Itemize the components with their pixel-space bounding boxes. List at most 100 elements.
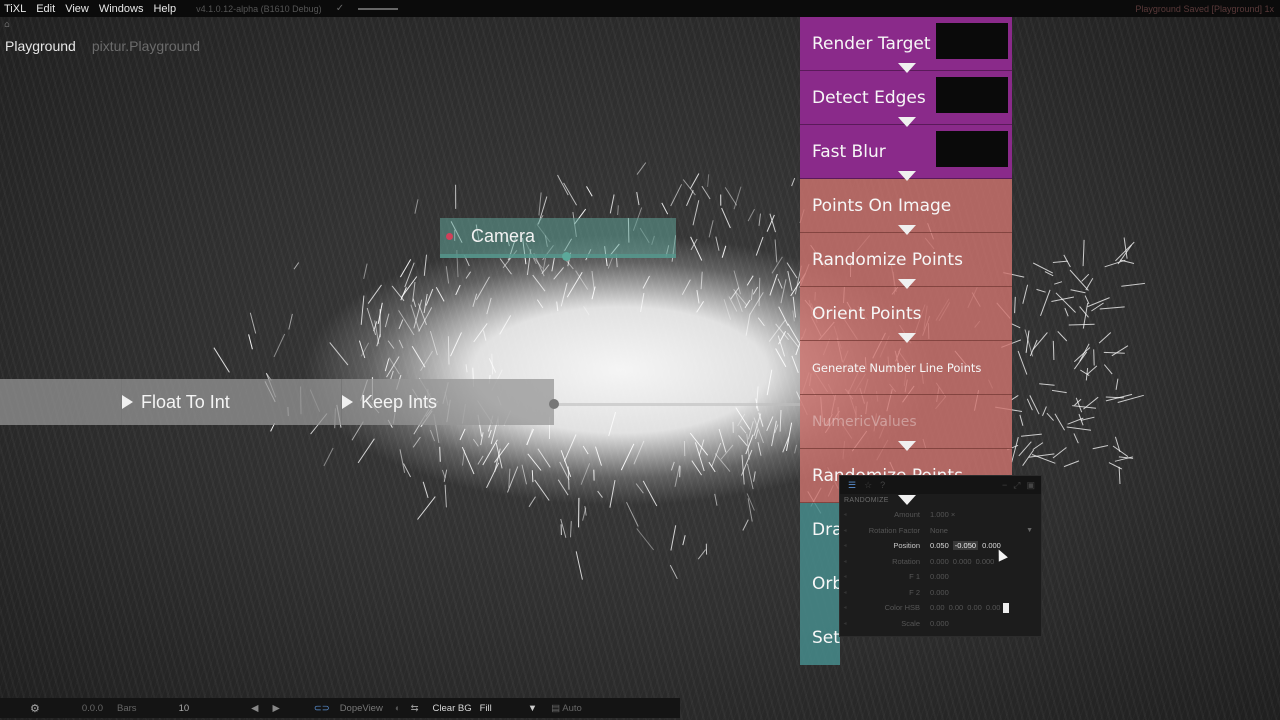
parameter-value-field[interactable]: 0.000 — [930, 619, 949, 628]
list-icon[interactable]: ☰ — [848, 480, 856, 491]
parameter-value-field[interactable]: 0.000 — [930, 588, 949, 597]
version-label: v4.1.0.12-alpha (B1610 Debug) — [196, 3, 322, 14]
flow-arrow-icon — [898, 117, 916, 127]
parameter-value-field[interactable]: 0.050 — [930, 541, 949, 550]
camera-input-pin[interactable] — [446, 232, 453, 240]
render-output-grass — [213, 162, 1145, 580]
parameter-row[interactable]: ◂ Position 0.050 -0.050 0.000 — [840, 538, 1041, 554]
operator-node[interactable]: Dra — [800, 503, 840, 557]
parameter-row[interactable]: ◂ Rotation Factor None ▼ — [840, 523, 1041, 539]
operator-node[interactable]: Randomize Points — [800, 233, 1012, 289]
clear-bg-button[interactable]: Clear BG — [433, 703, 472, 714]
parameter-name: Amount — [894, 510, 920, 520]
operator-node-label: Fast Blur — [812, 141, 886, 162]
keep-ints-output-pin[interactable] — [549, 399, 559, 409]
parameter-value-field[interactable]: 0.00 — [986, 603, 1001, 612]
swap-icon[interactable]: ⇆ — [411, 703, 419, 714]
float-to-int-node[interactable]: Float To Int — [122, 379, 342, 425]
menu-view[interactable]: View — [61, 3, 95, 15]
flow-arrow-icon — [898, 225, 916, 235]
parameter-values: 0.000 — [930, 572, 949, 581]
operator-node[interactable]: Orient Points — [800, 287, 1012, 343]
speaker-icon[interactable]: ◐ — [395, 703, 401, 714]
minimize-icon[interactable]: − — [1002, 480, 1007, 491]
time-display[interactable]: 0.0.0 — [82, 703, 103, 714]
close-icon[interactable]: ▣ — [1026, 480, 1035, 491]
loop-icon[interactable]: ⊂⊃ — [314, 703, 330, 714]
parameter-row[interactable]: ◂ Rotation 0.000 0.000 0.000 — [840, 554, 1041, 570]
save-status: Playground Saved [Playground] 1x — [1135, 3, 1274, 14]
parameter-pin-icon[interactable]: ◂ — [840, 511, 850, 518]
parameter-value-field[interactable]: 0.000 — [953, 557, 972, 566]
auto-resolution-button[interactable]: ▤ Auto — [551, 703, 582, 714]
parameter-row[interactable]: ◂ F 1 0.000 — [840, 569, 1041, 585]
bpm-value[interactable]: 10 — [179, 703, 190, 714]
operator-node[interactable]: Detect Edges — [800, 71, 1012, 127]
flow-arrow-icon — [898, 333, 916, 343]
chevron-down-icon[interactable]: ▼ — [1026, 527, 1033, 534]
filter-icon[interactable]: ▼ — [528, 703, 537, 714]
parameter-values: 0.000 — [930, 588, 949, 597]
parameter-pin-icon[interactable]: ◂ — [840, 527, 850, 534]
operator-node[interactable]: Set — [800, 611, 840, 665]
parameter-pin-icon[interactable]: ◂ — [840, 620, 850, 627]
parameter-row[interactable]: ◂ Scale 0.000 — [840, 616, 1041, 632]
parameter-row[interactable]: ◂ Color HSB 0.00 0.00 0.00 0.00 — [840, 600, 1041, 616]
color-swatch[interactable] — [1003, 602, 1010, 613]
dopeview-toggle[interactable]: DopeView — [340, 703, 383, 714]
parameter-value-field[interactable]: 0.00 — [930, 603, 945, 612]
parameter-value-field[interactable]: 1.000 × — [930, 510, 955, 519]
menu-edit[interactable]: Edit — [32, 3, 61, 15]
breadcrumb-path[interactable]: pixtur.Playground — [92, 38, 200, 54]
upstream-node[interactable] — [0, 379, 122, 425]
operator-node[interactable]: Points On Image — [800, 179, 1012, 235]
operator-node-label: Render Target — [812, 33, 931, 54]
parameter-pin-icon[interactable]: ◂ — [840, 589, 850, 596]
operator-node[interactable]: Orb — [800, 557, 840, 611]
parameter-values: 0.00 0.00 0.00 0.00 — [930, 603, 1000, 612]
menu-help[interactable]: Help — [149, 3, 182, 15]
parameter-pin-icon[interactable]: ◂ — [840, 604, 850, 611]
parameter-value-field[interactable]: 0.00 — [967, 603, 982, 612]
operator-node-label: NumericValues — [812, 413, 917, 430]
parameter-pin-icon[interactable]: ◂ — [840, 542, 850, 549]
menubar-slider[interactable] — [358, 7, 399, 10]
star-icon[interactable]: ☆ — [864, 480, 872, 491]
parameter-value-field[interactable]: 0.000 — [976, 557, 995, 566]
operator-node-label: Orb — [812, 574, 840, 594]
parameter-pin-icon[interactable]: ◂ — [840, 573, 850, 580]
parameter-value-field[interactable]: None — [930, 526, 948, 535]
operator-node[interactable]: NumericValues — [800, 395, 1012, 451]
output-viewport[interactable] — [0, 0, 1280, 720]
home-icon[interactable]: ⌂ — [4, 20, 14, 30]
parameter-row[interactable]: ◂ F 2 0.000 — [840, 585, 1041, 601]
operator-thumbnail — [936, 77, 1008, 113]
pin-icon[interactable]: ⤢ — [1013, 480, 1020, 491]
fill-mode-button[interactable]: Fill — [480, 703, 492, 714]
parameter-value-field[interactable]: 0.000 — [930, 572, 949, 581]
parameter-value-field[interactable]: -0.050 — [952, 541, 979, 551]
parameter-pin-icon[interactable]: ◂ — [840, 558, 850, 565]
menu-windows[interactable]: Windows — [95, 3, 150, 15]
parameter-row[interactable]: ◂ Amount 1.000 × — [840, 507, 1041, 523]
operator-node[interactable]: Render Target — [800, 17, 1012, 73]
play-triangle-icon — [122, 395, 133, 409]
parameter-name: Position — [893, 541, 920, 551]
operator-node[interactable]: Generate Number Line Points — [800, 341, 1012, 395]
breadcrumb-current[interactable]: Playground — [5, 38, 76, 54]
play-triangle-icon — [342, 395, 353, 409]
operator-node[interactable]: Fast Blur — [800, 125, 1012, 181]
keep-ints-node[interactable]: Keep Ints — [342, 379, 554, 425]
time-unit-label[interactable]: Bars — [117, 703, 137, 714]
gear-icon[interactable]: ⚙ — [30, 702, 40, 715]
previous-frame-icon[interactable]: ◀ — [251, 703, 258, 714]
parameter-value-field[interactable]: 0.00 — [949, 603, 964, 612]
parameter-list: ◂ Amount 1.000 × ◂ Rotation Factor None ▼ ◂ Posi… — [840, 507, 1041, 631]
connection-line — [554, 403, 802, 406]
help-icon[interactable]: ? — [880, 480, 885, 490]
play-icon[interactable]: ▶ — [272, 703, 279, 714]
parameter-value-field[interactable]: 0.000 — [930, 557, 949, 566]
camera-output-pin[interactable] — [562, 252, 571, 261]
camera-node[interactable]: Camera — [440, 218, 676, 261]
app-menu[interactable]: TiXL — [0, 3, 32, 15]
